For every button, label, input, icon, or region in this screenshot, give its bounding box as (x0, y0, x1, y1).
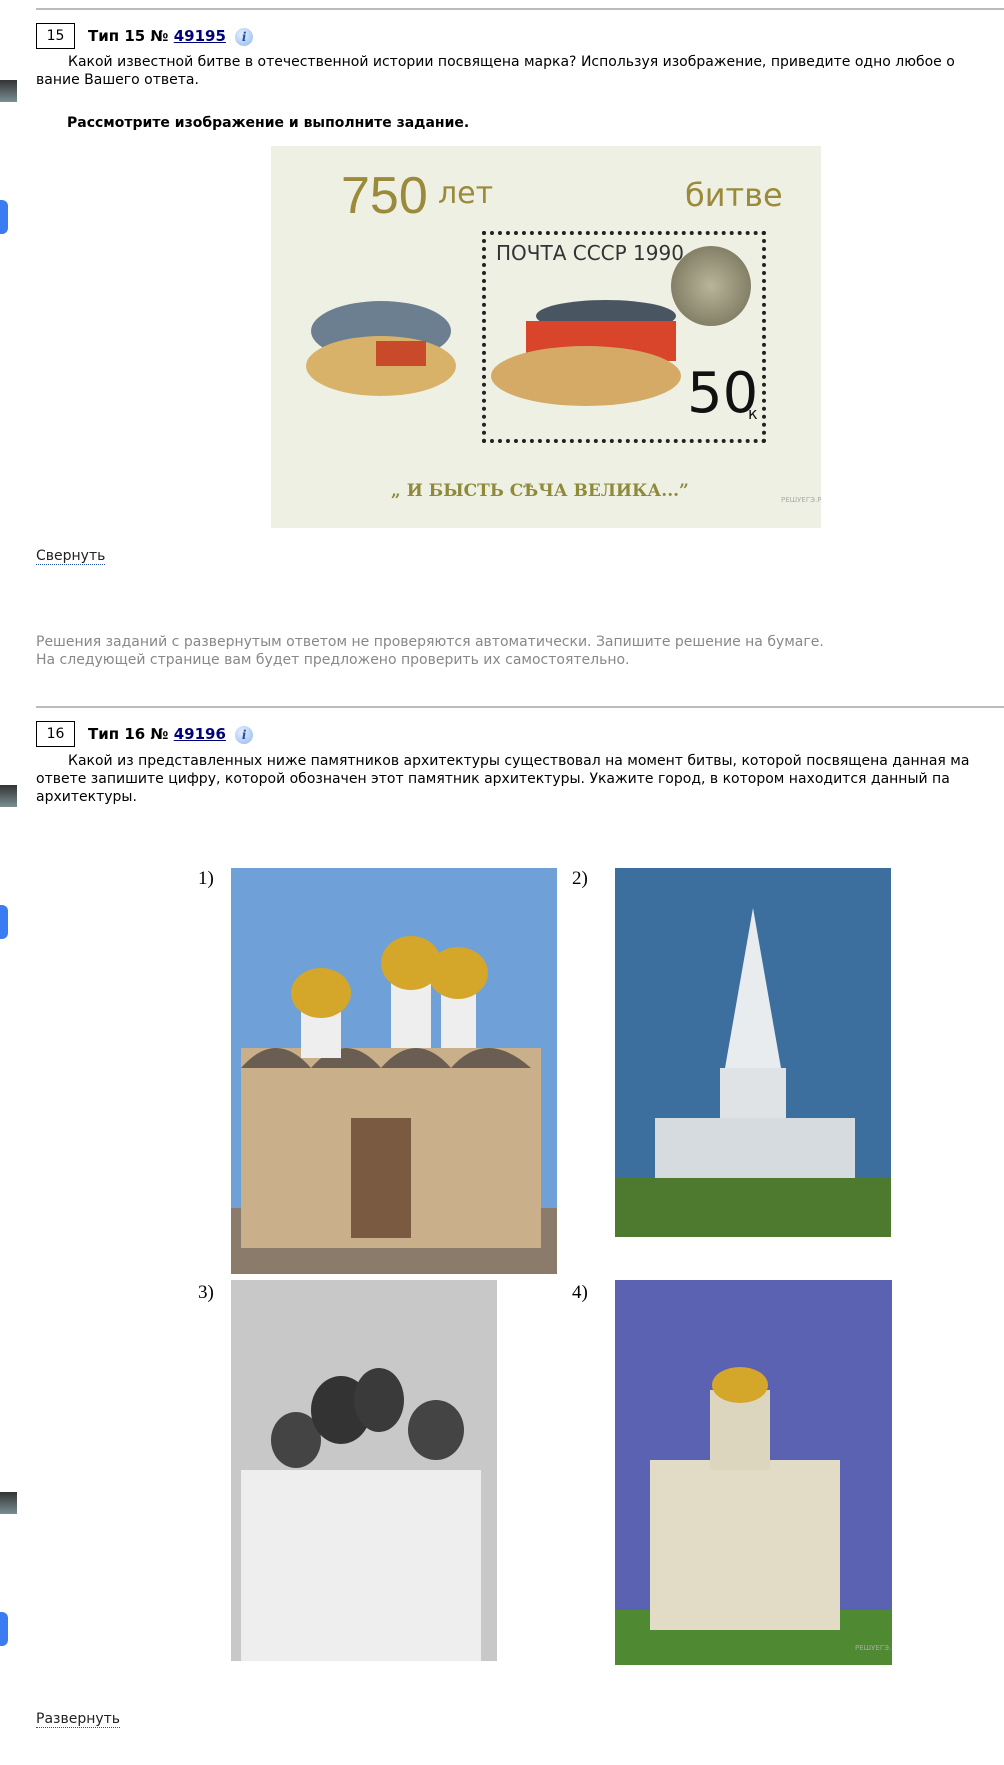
expand-link[interactable]: Развернуть (36, 1711, 121, 1728)
task-header: Тип 15 № 49195 i (88, 27, 254, 46)
horsemen-illustration (306, 300, 681, 406)
divider (36, 8, 1004, 10)
stamp-image: 750 лет битве ПОЧТА СССР 1990 50 к „ И Б… (271, 146, 821, 528)
task-header: Тип 16 № 49196 i (88, 725, 254, 744)
stamp-number: 750 (341, 167, 428, 225)
sidebar-fragment-button[interactable] (0, 905, 8, 939)
question-line: архитектуры. (36, 789, 137, 805)
option-label: 3) (198, 1282, 214, 1303)
cathedral-photo-1 (231, 868, 557, 1274)
cathedral-photo-4: РЕШУЕГЭ.РФ (615, 1280, 892, 1665)
note-line: На следующей странице вам будет предложе… (36, 652, 630, 668)
option-label: 4) (572, 1282, 588, 1303)
note-line: Решения заданий с развернутым ответом не… (36, 634, 824, 650)
watermark: РЕШУЕГЭ.РФ (855, 1644, 892, 1652)
instruction: Рассмотрите изображение и выполните зада… (67, 115, 470, 131)
sidebar-fragment-image (0, 785, 17, 807)
collapse-link[interactable]: Свернуть (36, 548, 106, 565)
sidebar-fragment-button[interactable] (0, 200, 8, 234)
question-line: ответе запишите цифру, которой обозначен… (36, 771, 950, 787)
question-line: Какой из представленных ниже памятников … (68, 753, 970, 769)
option-label: 1) (198, 868, 214, 889)
stamp-motto: „ И БЫСТЬ СѢЧА ВЕЛИКА...” (391, 481, 689, 501)
option-label: 2) (572, 868, 588, 889)
question-line: вание Вашего ответа. (36, 72, 199, 88)
task-number: 16 (36, 721, 75, 747)
info-icon[interactable]: i (235, 27, 254, 46)
divider (36, 706, 1004, 708)
question-line: Какой известной битве в отечественной ис… (68, 54, 955, 70)
sidebar-fragment-image (0, 80, 17, 102)
task-type: Тип 15 № (88, 27, 169, 45)
sidebar-fragment-button[interactable] (0, 1612, 8, 1646)
task-id-link[interactable]: 49195 (174, 27, 226, 45)
sidebar-fragment-image (0, 1492, 17, 1514)
cathedral-photo-2 (615, 868, 891, 1237)
task-id-link[interactable]: 49196 (174, 725, 226, 743)
stamp-word: битве (685, 176, 783, 214)
task-type: Тип 16 № (88, 725, 169, 743)
cathedral-photo-3 (231, 1280, 497, 1661)
task-number: 15 (36, 23, 75, 49)
info-icon[interactable]: i (235, 725, 254, 744)
watermark: РЕШУЕГЭ.РФ (781, 496, 821, 504)
stamp-word: лет (438, 176, 494, 211)
